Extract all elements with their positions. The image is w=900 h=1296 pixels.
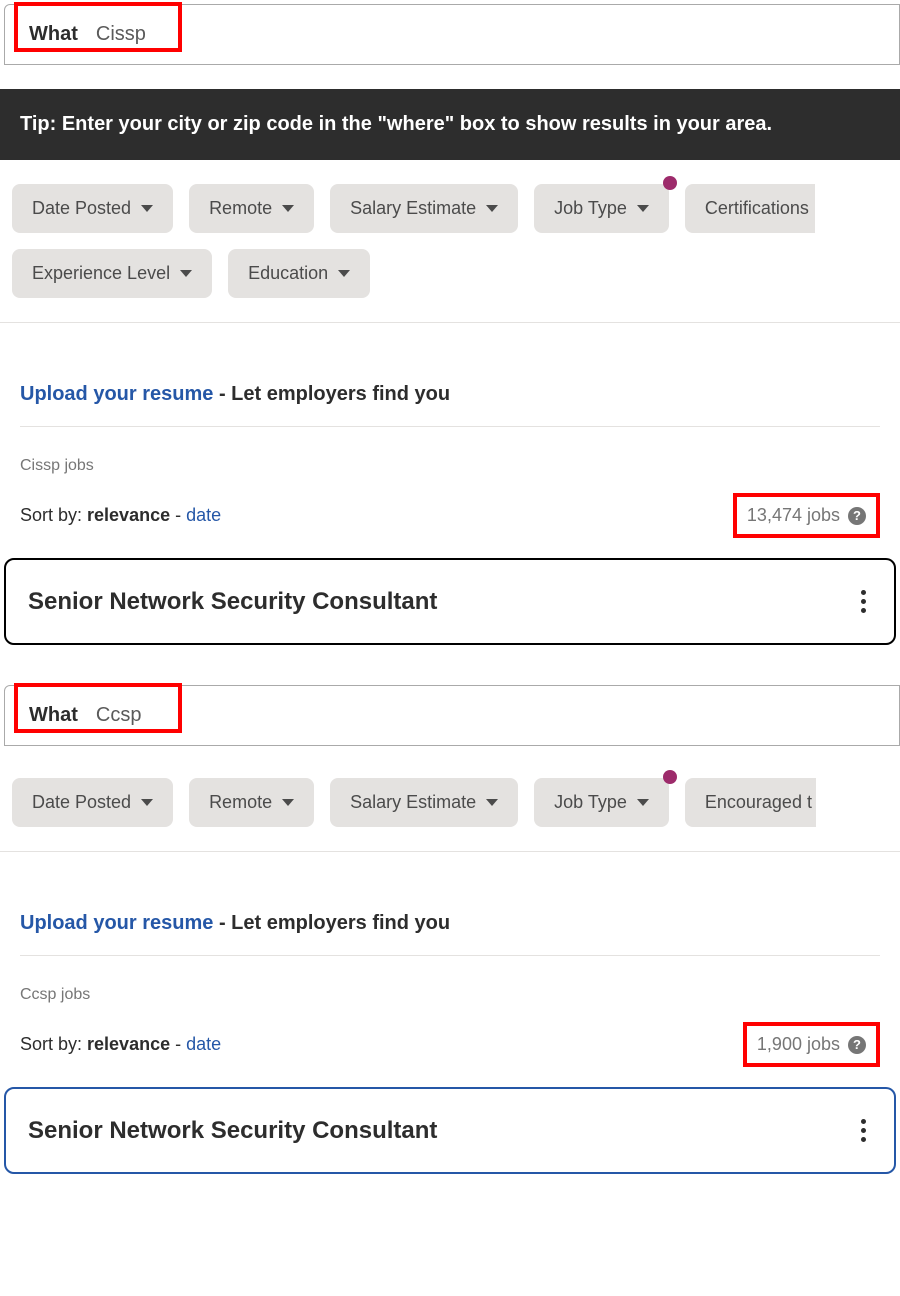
search-bar[interactable]: What Cissp [4, 4, 900, 65]
sort-row: Sort by: relevance - date 1,900 jobs ? [20, 1022, 880, 1067]
sort-sep: - [170, 1034, 186, 1054]
sort-date[interactable]: date [186, 1034, 221, 1054]
filter-date-posted[interactable]: Date Posted [12, 778, 173, 827]
job-card[interactable]: Senior Network Security Consultant [4, 558, 896, 645]
help-icon[interactable]: ? [848, 1036, 866, 1054]
sort-relevance[interactable]: relevance [87, 505, 170, 525]
results-content: Upload your resume - Let employers find … [0, 323, 900, 538]
chevron-down-icon [486, 799, 498, 806]
filter-label: Job Type [554, 198, 627, 219]
sort-prefix: Sort by: [20, 505, 87, 525]
chevron-down-icon [637, 205, 649, 212]
filter-remote[interactable]: Remote [189, 778, 314, 827]
upload-resume-line: Upload your resume - Let employers find … [20, 353, 880, 427]
filter-encouraged[interactable]: Encouraged t [685, 778, 816, 827]
chevron-down-icon [486, 205, 498, 212]
chevron-down-icon [282, 205, 294, 212]
filter-salary-estimate[interactable]: Salary Estimate [330, 778, 518, 827]
filter-row: Date Posted Remote Salary Estimate Job T… [0, 746, 900, 851]
kebab-icon[interactable] [855, 584, 872, 619]
chevron-down-icon [141, 205, 153, 212]
chevron-down-icon [141, 799, 153, 806]
job-title: Senior Network Security Consultant [28, 588, 437, 616]
search-what-label: What [29, 704, 78, 727]
filter-certifications[interactable]: Certifications [685, 184, 815, 233]
search-bar-wrap-2: What Ccsp [0, 685, 900, 746]
kebab-icon[interactable] [855, 1113, 872, 1148]
filter-experience-level[interactable]: Experience Level [12, 249, 212, 298]
search-bar-wrap: What Cissp [0, 4, 900, 65]
upload-resume-text: - Let employers find you [213, 912, 450, 934]
search-what-value: Cissp [96, 23, 146, 46]
upload-resume-link[interactable]: Upload your resume [20, 383, 213, 405]
job-title: Senior Network Security Consultant [28, 1117, 437, 1145]
filter-job-type[interactable]: Job Type [534, 778, 669, 827]
help-icon[interactable]: ? [848, 507, 866, 525]
filter-label: Certifications [705, 198, 809, 219]
search-what-value: Ccsp [96, 704, 142, 727]
search-what-label: What [29, 23, 78, 46]
sort-by: Sort by: relevance - date [20, 505, 221, 526]
filter-date-posted[interactable]: Date Posted [12, 184, 173, 233]
upload-resume-text: - Let employers find you [213, 383, 450, 405]
filter-label: Job Type [554, 792, 627, 813]
filter-job-type[interactable]: Job Type [534, 184, 669, 233]
sort-row: Sort by: relevance - date 13,474 jobs ? [20, 493, 880, 538]
chevron-down-icon [338, 270, 350, 277]
chevron-down-icon [637, 799, 649, 806]
sort-relevance[interactable]: relevance [87, 1034, 170, 1054]
jobs-count-highlight: 13,474 jobs ? [733, 493, 880, 538]
chevron-down-icon [282, 799, 294, 806]
query-label: Cissp jobs [20, 457, 880, 475]
jobs-count: 1,900 jobs [757, 1034, 840, 1055]
filter-remote[interactable]: Remote [189, 184, 314, 233]
filter-label: Education [248, 263, 328, 284]
job-card[interactable]: Senior Network Security Consultant [4, 1087, 896, 1174]
sort-sep: - [170, 505, 186, 525]
sort-by: Sort by: relevance - date [20, 1034, 221, 1055]
query-label: Ccsp jobs [20, 986, 880, 1004]
jobs-count-highlight: 1,900 jobs ? [743, 1022, 880, 1067]
tip-banner: Tip: Enter your city or zip code in the … [0, 89, 900, 160]
filter-label: Date Posted [32, 198, 131, 219]
sort-prefix: Sort by: [20, 1034, 87, 1054]
filter-label: Date Posted [32, 792, 131, 813]
results-content: Upload your resume - Let employers find … [0, 852, 900, 1067]
filter-label: Remote [209, 792, 272, 813]
filter-label: Experience Level [32, 263, 170, 284]
upload-resume-line: Upload your resume - Let employers find … [20, 882, 880, 956]
search-section-2: What Ccsp Date Posted Remote Salary Esti… [0, 685, 900, 1174]
filter-label: Remote [209, 198, 272, 219]
search-section-1: What Cissp Tip: Enter your city or zip c… [0, 4, 900, 645]
filter-education[interactable]: Education [228, 249, 370, 298]
filter-row: Date Posted Remote Salary Estimate Job T… [0, 160, 900, 322]
filter-label: Salary Estimate [350, 792, 476, 813]
jobs-count: 13,474 jobs [747, 505, 840, 526]
filter-label: Encouraged t [705, 792, 812, 813]
upload-resume-link[interactable]: Upload your resume [20, 912, 213, 934]
search-bar[interactable]: What Ccsp [4, 685, 900, 746]
filter-label: Salary Estimate [350, 198, 476, 219]
filter-salary-estimate[interactable]: Salary Estimate [330, 184, 518, 233]
chevron-down-icon [180, 270, 192, 277]
sort-date[interactable]: date [186, 505, 221, 525]
